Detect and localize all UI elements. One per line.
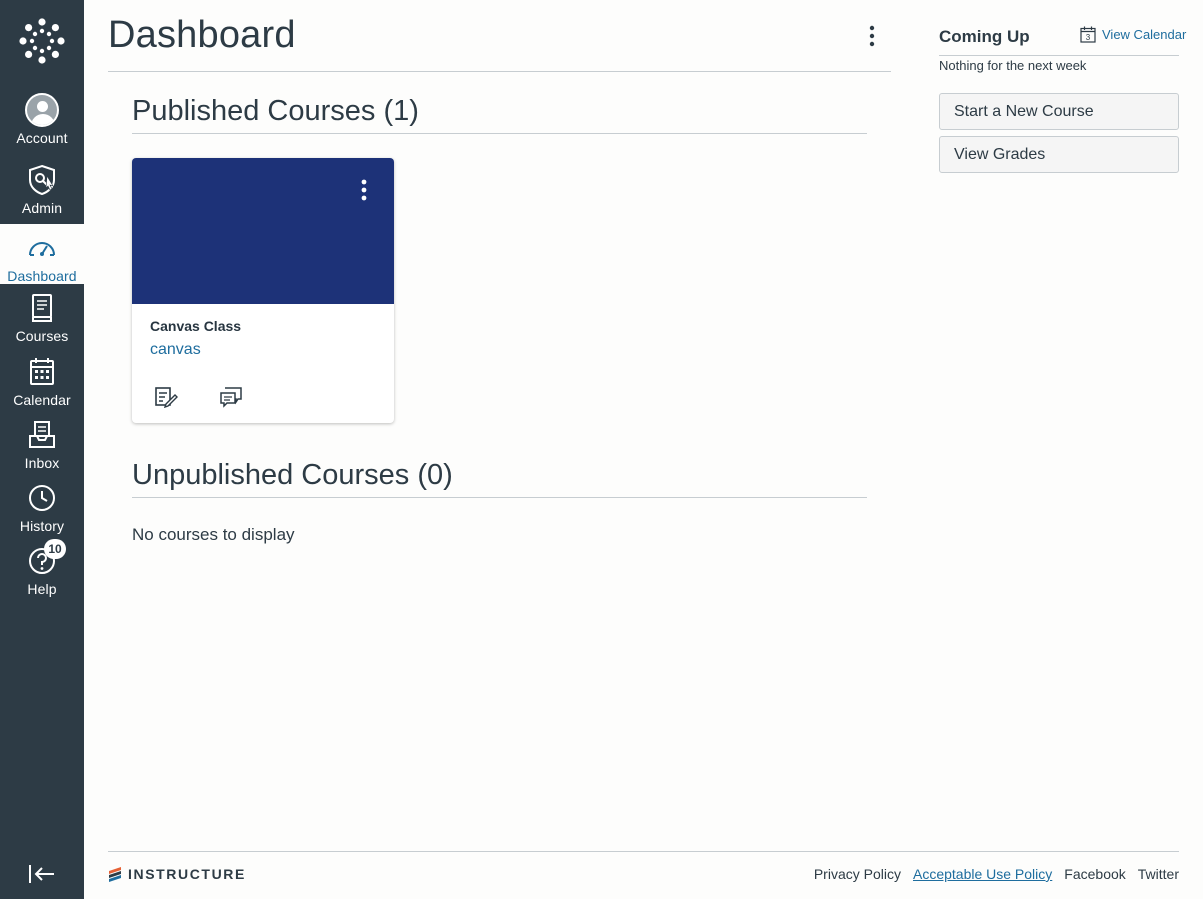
nav-dashboard-label: Dashboard xyxy=(7,268,77,284)
help-question-icon: 10 xyxy=(22,539,66,579)
history-clock-icon xyxy=(22,480,62,516)
nav-inbox[interactable]: Inbox xyxy=(0,417,84,477)
nav-calendar-label: Calendar xyxy=(13,392,71,408)
canvas-logo-icon xyxy=(19,18,65,64)
footer-divider xyxy=(108,851,1179,852)
header-divider xyxy=(108,71,891,72)
unpublished-divider xyxy=(132,497,867,498)
avatar xyxy=(22,92,62,128)
published-divider xyxy=(132,133,867,134)
unpublished-courses-heading: Unpublished Courses (0) xyxy=(132,459,453,491)
global-navigation: Account Admin Dashboard Courses Calendar… xyxy=(0,0,84,899)
collapse-arrow-icon xyxy=(29,865,54,883)
discussion-icon xyxy=(220,387,242,408)
nav-admin[interactable]: Admin xyxy=(0,162,84,222)
assignment-icon xyxy=(155,387,178,409)
view-calendar-label: View Calendar xyxy=(1102,27,1187,42)
twitter-link[interactable]: Twitter xyxy=(1138,866,1179,882)
kebab-menu-icon xyxy=(361,179,367,201)
privacy-policy-link[interactable]: Privacy Policy xyxy=(814,866,901,882)
course-card-hero[interactable] xyxy=(132,158,394,304)
page-title: Dashboard xyxy=(108,14,296,56)
published-courses-heading: Published Courses (1) xyxy=(132,95,419,127)
view-grades-button[interactable]: View Grades xyxy=(939,136,1179,173)
calendar-icon xyxy=(22,354,62,390)
acceptable-use-policy-link[interactable]: Acceptable Use Policy xyxy=(913,866,1052,882)
nav-dashboard[interactable]: Dashboard xyxy=(0,224,84,284)
course-card-title[interactable]: Canvas Class xyxy=(150,318,241,334)
inbox-icon xyxy=(22,417,62,453)
course-card[interactable]: Canvas Class canvas xyxy=(132,158,394,423)
help-badge: 10 xyxy=(44,539,66,559)
kebab-menu-icon xyxy=(869,25,875,47)
instructure-logo[interactable]: INSTRUCTURE xyxy=(108,866,246,882)
facebook-link[interactable]: Facebook xyxy=(1064,866,1125,882)
canvas-logo[interactable] xyxy=(0,18,84,68)
coming-up-heading: Coming Up xyxy=(939,27,1030,46)
calendar-icon: 3 xyxy=(1080,26,1096,43)
start-new-course-button[interactable]: Start a New Course xyxy=(939,93,1179,130)
coming-up-empty-text: Nothing for the next week xyxy=(939,58,1087,73)
course-card-options-button[interactable] xyxy=(356,178,372,204)
nav-help[interactable]: 10 Help xyxy=(0,539,84,603)
courses-book-icon xyxy=(22,290,62,326)
coming-up-divider xyxy=(939,55,1179,56)
view-calendar-link[interactable]: 3 View Calendar xyxy=(1080,26,1186,43)
nav-courses-label: Courses xyxy=(15,328,69,344)
nav-admin-label: Admin xyxy=(21,200,63,216)
nav-account-label: Account xyxy=(16,130,68,146)
instructure-brand-text: INSTRUCTURE xyxy=(128,866,246,882)
nav-history[interactable]: History xyxy=(0,480,84,540)
collapse-nav-button[interactable] xyxy=(27,862,57,886)
calendar-icon-day: 3 xyxy=(1086,33,1091,42)
dashboard-gauge-icon xyxy=(22,230,62,266)
nav-account[interactable]: Account xyxy=(0,92,84,152)
discussions-button[interactable] xyxy=(219,386,243,408)
dashboard-options-button[interactable] xyxy=(862,24,882,48)
nav-calendar[interactable]: Calendar xyxy=(0,354,84,414)
admin-shield-icon xyxy=(22,162,62,198)
course-card-code[interactable]: canvas xyxy=(150,341,201,359)
nav-history-label: History xyxy=(19,518,65,534)
nav-inbox-label: Inbox xyxy=(24,455,60,471)
assignments-button[interactable] xyxy=(154,386,178,409)
nav-help-label: Help xyxy=(27,581,57,597)
nav-courses[interactable]: Courses xyxy=(0,290,84,350)
no-courses-message: No courses to display xyxy=(132,525,295,544)
instructure-mark-icon xyxy=(109,867,121,882)
footer-links: Privacy Policy Acceptable Use Policy Fac… xyxy=(814,866,1179,882)
